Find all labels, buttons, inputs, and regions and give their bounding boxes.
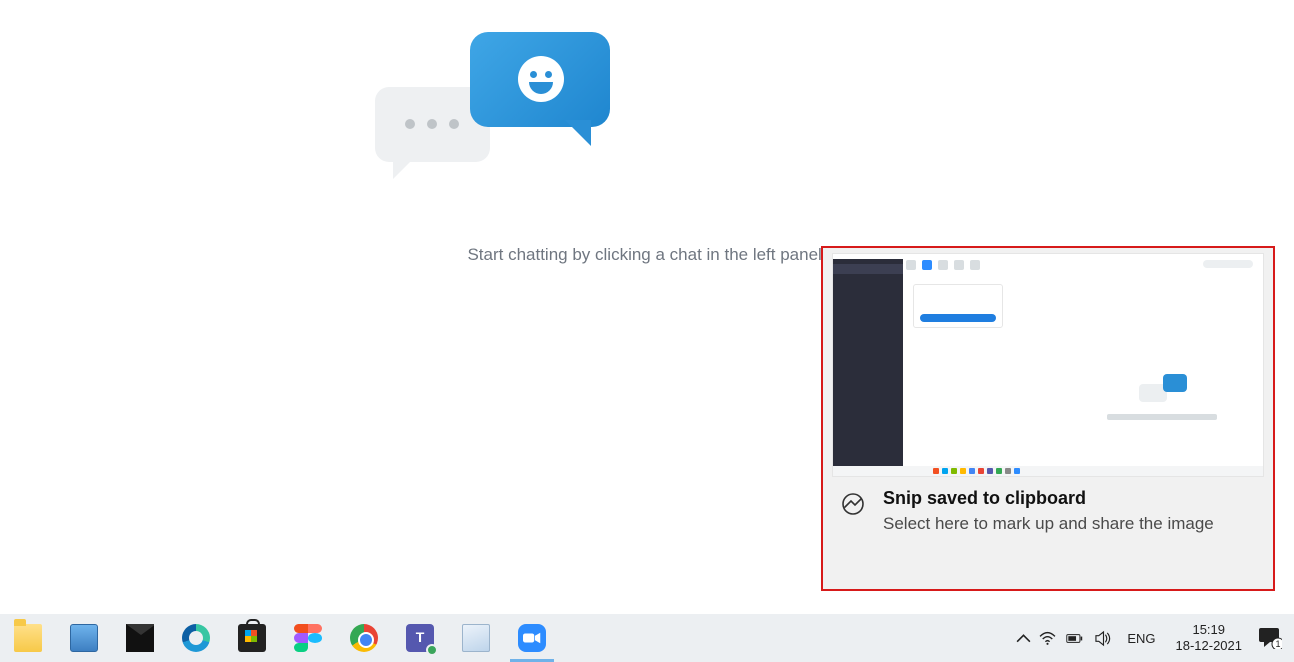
notification-badge: 1	[1275, 639, 1280, 649]
zoom-icon	[518, 624, 546, 652]
taskbar-mail[interactable]	[112, 614, 168, 662]
taskbar: T ENG 15:19 18-12-2021	[0, 614, 1294, 662]
snip-icon	[841, 492, 865, 516]
teams-icon: T	[406, 624, 434, 652]
mail-icon	[126, 624, 154, 652]
taskbar-figma[interactable]	[280, 614, 336, 662]
notification-title: Snip saved to clipboard	[883, 488, 1214, 509]
notification-subtitle: Select here to mark up and share the ima…	[883, 513, 1214, 536]
tray-battery[interactable]	[1059, 614, 1089, 662]
chevron-up-icon	[1015, 630, 1032, 647]
taskbar-notepad[interactable]	[448, 614, 504, 662]
taskbar-file-explorer[interactable]	[0, 614, 56, 662]
taskbar-zoom[interactable]	[504, 614, 560, 662]
taskbar-store[interactable]	[224, 614, 280, 662]
taskbar-edge[interactable]	[168, 614, 224, 662]
tray-overflow[interactable]	[1011, 614, 1035, 662]
action-center[interactable]: 1	[1252, 614, 1288, 662]
speech-bubble-blue-icon	[470, 32, 610, 142]
taskbar-chrome[interactable]	[336, 614, 392, 662]
wifi-icon	[1039, 630, 1056, 647]
edge-icon	[182, 624, 210, 652]
keyboard-icon	[70, 624, 98, 652]
taskbar-apps: T	[0, 614, 560, 662]
tray-clock[interactable]: 15:19 18-12-2021	[1166, 622, 1253, 653]
system-tray: ENG 15:19 18-12-2021 1	[1011, 614, 1294, 662]
tray-volume[interactable]	[1089, 614, 1117, 662]
tray-wifi[interactable]	[1035, 614, 1059, 662]
tray-time: 15:19	[1176, 622, 1243, 638]
store-icon	[238, 624, 266, 652]
snip-notification[interactable]: Snip saved to clipboard Select here to m…	[821, 246, 1275, 591]
battery-icon	[1066, 630, 1083, 647]
figma-icon	[294, 624, 322, 652]
taskbar-teams[interactable]: T	[392, 614, 448, 662]
notification-icon: 1	[1258, 627, 1282, 649]
tray-language[interactable]: ENG	[1117, 631, 1165, 646]
taskbar-on-screen-keyboard[interactable]	[56, 614, 112, 662]
chat-illustration	[375, 32, 605, 202]
tray-date: 18-12-2021	[1176, 638, 1243, 654]
volume-icon	[1095, 630, 1112, 647]
notepad-icon	[462, 624, 490, 652]
explorer-icon	[14, 624, 42, 652]
snip-thumbnail	[833, 254, 1263, 476]
chrome-icon	[350, 624, 378, 652]
